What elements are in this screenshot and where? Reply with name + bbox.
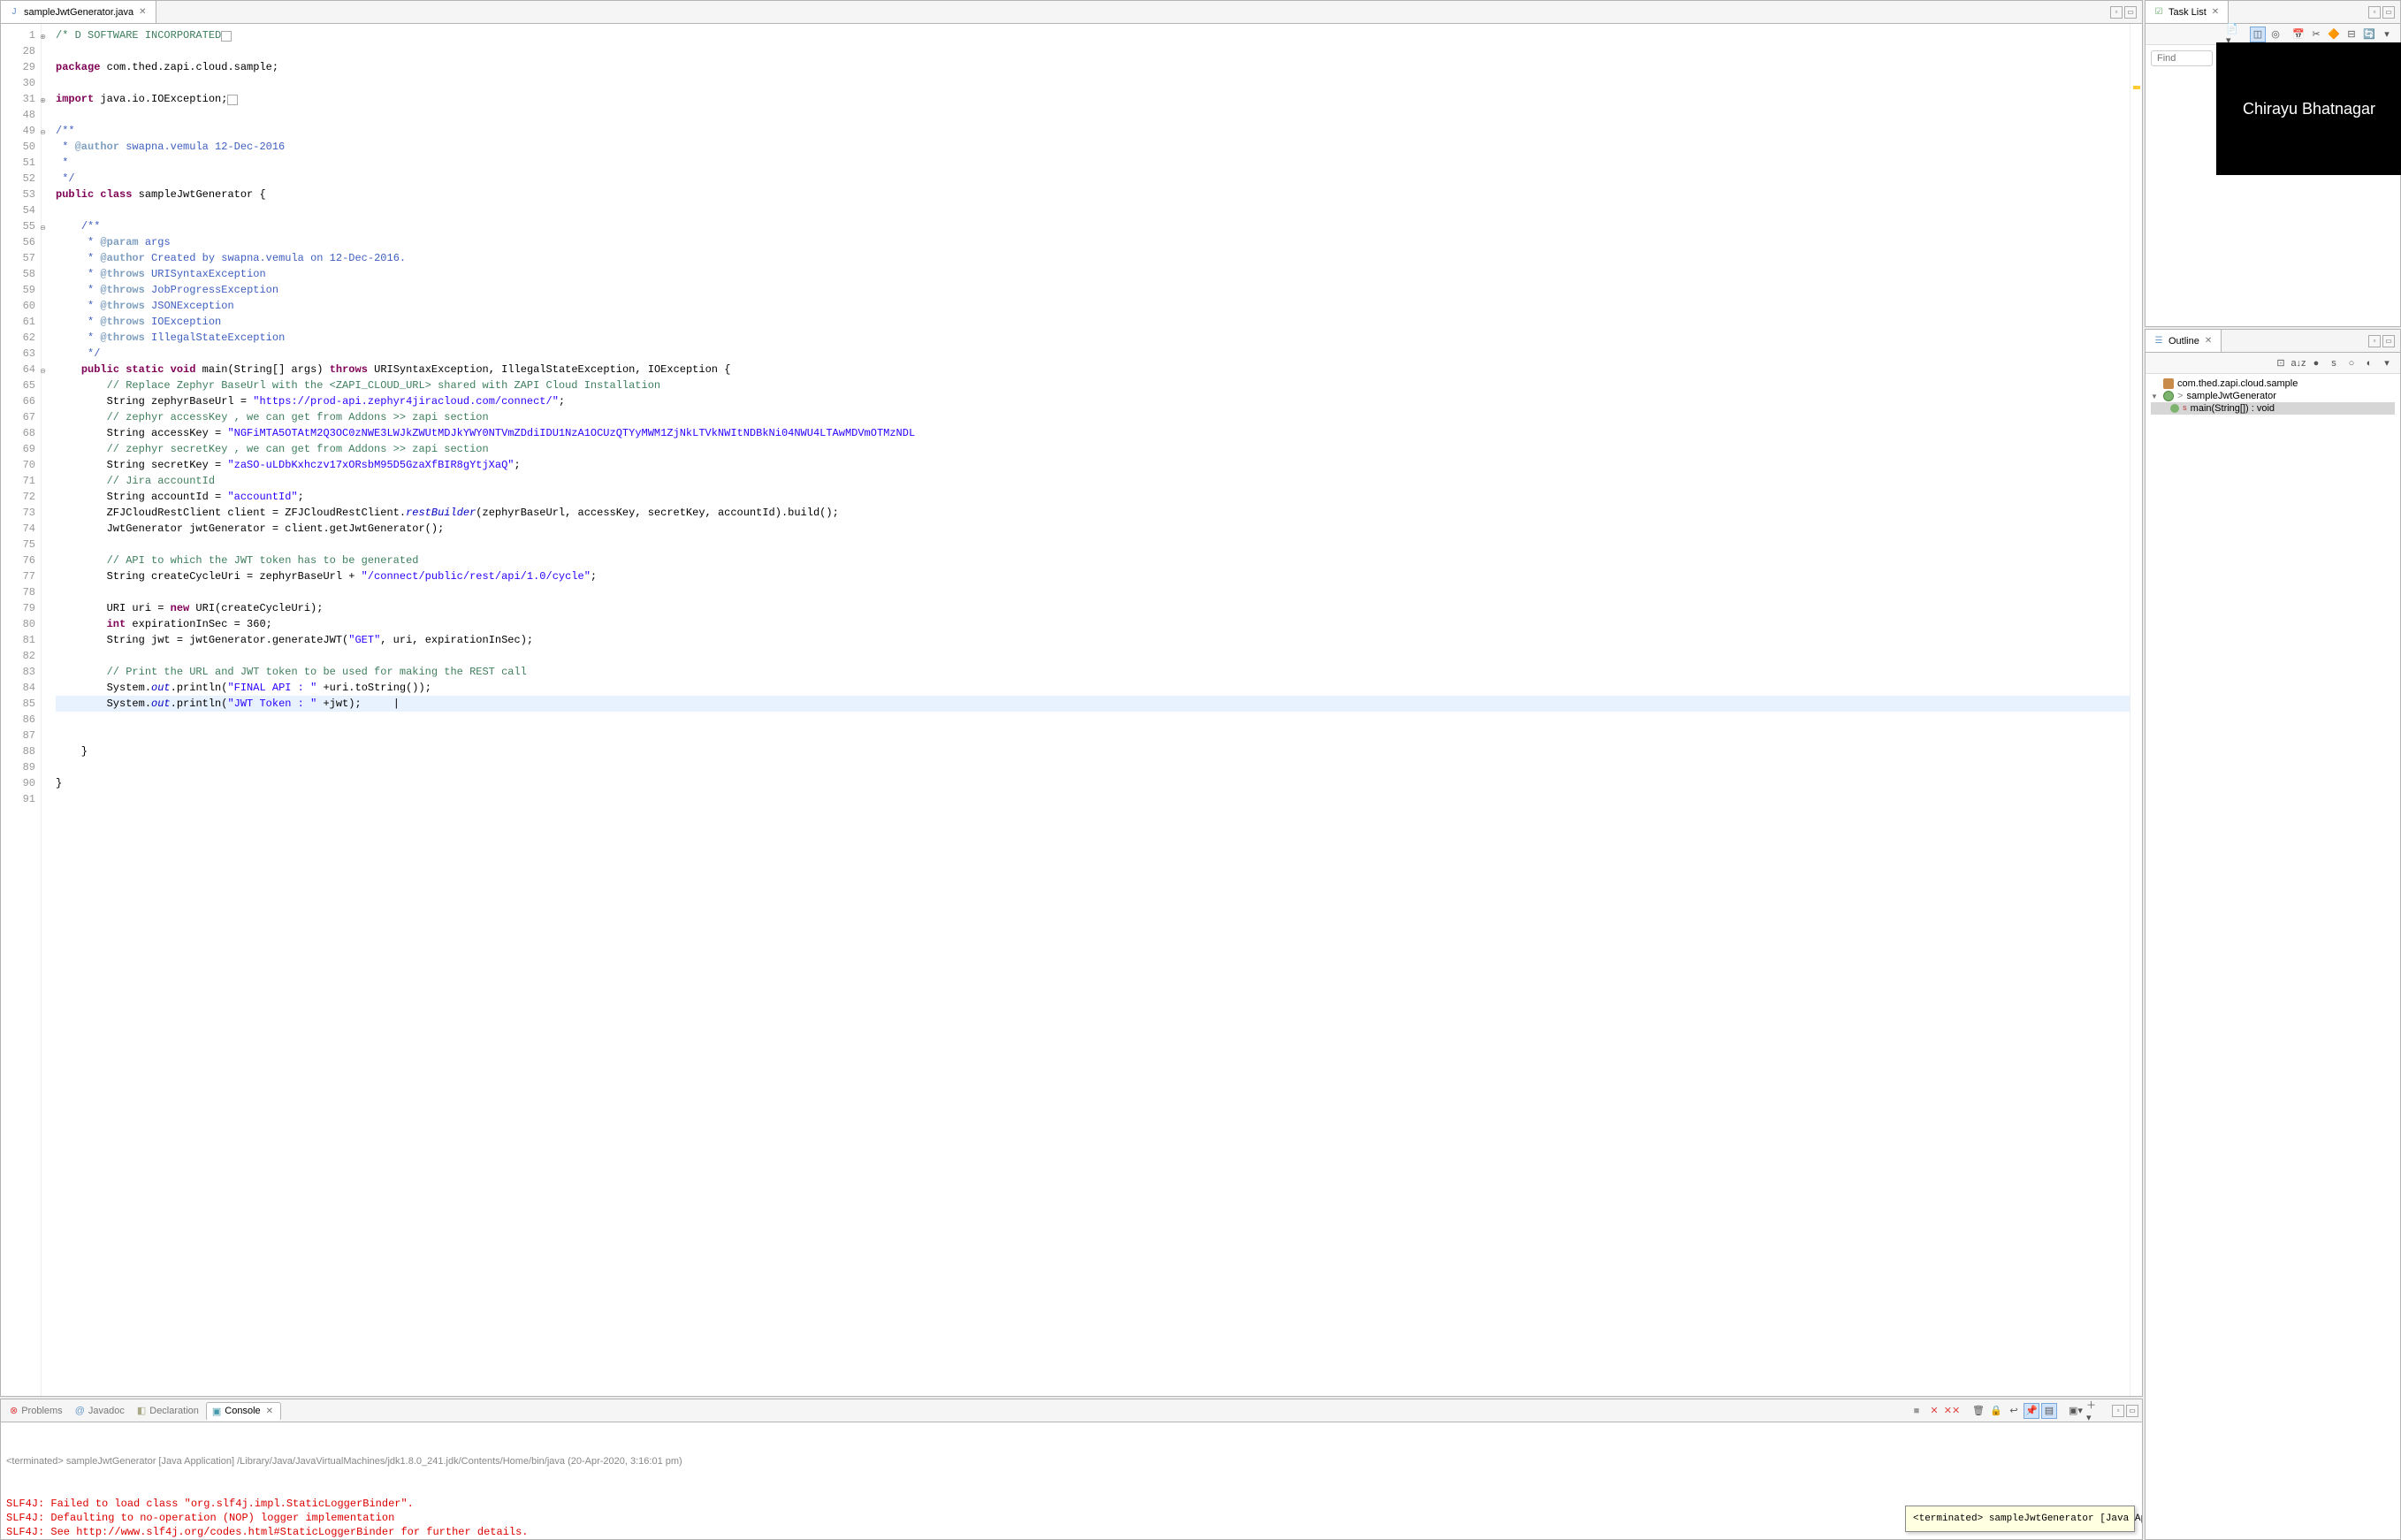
hide-local-button[interactable]: ◐ — [2361, 355, 2377, 371]
hide-nonpublic-button[interactable]: ○ — [2344, 355, 2359, 371]
editor-tab[interactable]: J sampleJwtGenerator.java ✕ — [1, 1, 156, 23]
remove-all-button[interactable]: ✕✕ — [1944, 1403, 1960, 1419]
maximize-button[interactable]: ▭ — [2124, 6, 2137, 19]
console-output[interactable]: <terminated> sampleJwtGenerator [Java Ap… — [1, 1422, 2142, 1539]
close-icon[interactable]: ✕ — [264, 1407, 275, 1416]
open-console-button[interactable]: ▣▾ — [2068, 1403, 2084, 1419]
code-area[interactable]: /* D SOFTWARE INCORPORATED package com.t… — [42, 24, 2130, 1396]
categorize-button[interactable]: ◫ — [2250, 27, 2266, 42]
schedule-button[interactable]: 📅 — [2290, 27, 2306, 42]
method-node[interactable]: S main(String[]) : void — [2151, 402, 2395, 415]
pin-console-button[interactable]: 📌 — [2024, 1403, 2039, 1419]
hide-fields-button[interactable]: ● — [2308, 355, 2324, 371]
editor-body[interactable]: 1⊕28293031⊕4849⊖505152535455⊖56575859606… — [1, 24, 2142, 1396]
minimize-button[interactable]: ▫ — [2112, 1405, 2124, 1417]
javadoc-icon: @ — [75, 1406, 85, 1416]
class-icon — [2163, 391, 2174, 401]
overview-ruler[interactable] — [2130, 24, 2142, 1396]
hide-static-button[interactable]: s — [2326, 355, 2342, 371]
focus-button[interactable]: ◎ — [2268, 27, 2283, 42]
close-icon[interactable]: ✕ — [2210, 7, 2221, 17]
package-icon — [2163, 378, 2174, 389]
maximize-button[interactable]: ▭ — [2126, 1405, 2138, 1417]
word-wrap-button[interactable]: ↩ — [2006, 1403, 2022, 1419]
remove-launch-button[interactable]: ✕ — [1926, 1403, 1942, 1419]
maximize-button[interactable]: ▭ — [2382, 335, 2395, 347]
console-panel: ⊗Problems @Javadoc ◧Declaration ▣Console… — [0, 1399, 2143, 1540]
declaration-icon: ◧ — [137, 1405, 146, 1416]
problems-icon: ⊗ — [10, 1405, 18, 1416]
close-icon[interactable]: ✕ — [137, 7, 148, 17]
filter-button[interactable]: 🔶 — [2326, 27, 2342, 42]
minimize-button[interactable]: ▫ — [2368, 335, 2381, 347]
static-decorator-icon: S — [2183, 406, 2187, 412]
editor-tab-label: sampleJwtGenerator.java — [24, 7, 133, 18]
class-node[interactable]: ▼ > sampleJwtGenerator — [2151, 390, 2395, 402]
task-list-icon: ☑ — [2153, 6, 2165, 19]
bottom-tabbar: ⊗Problems @Javadoc ◧Declaration ▣Console… — [1, 1399, 2142, 1422]
outline-tree[interactable]: com.thed.zapi.cloud.sample ▼ > sampleJwt… — [2146, 374, 2400, 418]
hide-completed-button[interactable]: ✂ — [2308, 27, 2324, 42]
maximize-button[interactable]: ▭ — [2382, 6, 2395, 19]
editor-panel: J sampleJwtGenerator.java ✕ ▫ ▭ 1⊕282930… — [0, 0, 2143, 1397]
scroll-lock-button[interactable]: 🔒 — [1988, 1403, 2004, 1419]
view-menu-button[interactable]: ▾ — [2379, 27, 2395, 42]
sort-button[interactable]: a↓z — [2290, 355, 2306, 371]
clear-console-button[interactable]: 🗑 — [1970, 1403, 1986, 1419]
tab-problems[interactable]: ⊗Problems — [4, 1402, 68, 1419]
outline-tabbar: ☰ Outline ✕ ▫ ▭ — [2146, 330, 2400, 353]
video-overlay: Chirayu Bhatnagar — [2216, 42, 2401, 175]
outline-panel: ☰ Outline ✕ ▫ ▭ ⊡ a↓z ● s ○ ◐ ▾ — [2145, 329, 2401, 1540]
terminate-button[interactable]: ■ — [1909, 1403, 1925, 1419]
package-node[interactable]: com.thed.zapi.cloud.sample — [2151, 377, 2395, 390]
outline-icon: ☰ — [2153, 335, 2165, 347]
editor-tabbar: J sampleJwtGenerator.java ✕ ▫ ▭ — [1, 1, 2142, 24]
console-icon: ▣ — [212, 1406, 221, 1417]
tab-console[interactable]: ▣Console✕ — [206, 1402, 281, 1421]
synchronize-button[interactable]: 🔄 — [2361, 27, 2377, 42]
focus-active-button[interactable]: ⊡ — [2273, 355, 2289, 371]
view-menu-button[interactable]: ▾ — [2379, 355, 2395, 371]
java-file-icon: J — [8, 6, 20, 19]
participant-name: Chirayu Bhatnagar — [2243, 100, 2375, 118]
task-tabbar: ☑ Task List ✕ ▫ ▭ — [2146, 1, 2400, 24]
tab-task-list[interactable]: ☑ Task List ✕ — [2146, 1, 2229, 23]
display-selected-button[interactable]: ▤ — [2041, 1403, 2057, 1419]
minimize-button[interactable]: ▫ — [2110, 6, 2123, 19]
chevron-down-icon[interactable]: ▼ — [2151, 393, 2160, 400]
new-console-button[interactable]: ＋▾ — [2085, 1403, 2101, 1419]
outline-toolbar: ⊡ a↓z ● s ○ ◐ ▾ — [2146, 353, 2400, 374]
close-icon[interactable]: ✕ — [2203, 336, 2214, 346]
new-task-button[interactable]: 📄▾ — [2225, 27, 2241, 42]
task-find-input[interactable] — [2151, 50, 2213, 66]
tab-javadoc[interactable]: @Javadoc — [70, 1403, 130, 1419]
collapse-all-button[interactable]: ⊟ — [2344, 27, 2359, 42]
line-gutter: 1⊕28293031⊕4849⊖505152535455⊖56575859606… — [1, 24, 42, 1396]
console-header: <terminated> sampleJwtGenerator [Java Ap… — [6, 1454, 2137, 1468]
tab-outline[interactable]: ☰ Outline ✕ — [2146, 330, 2222, 352]
tab-declaration[interactable]: ◧Declaration — [132, 1402, 204, 1419]
method-icon — [2170, 404, 2179, 413]
minimize-button[interactable]: ▫ — [2368, 6, 2381, 19]
console-tooltip: <terminated> sampleJwtGenerator [Java Ap… — [1905, 1506, 2135, 1532]
